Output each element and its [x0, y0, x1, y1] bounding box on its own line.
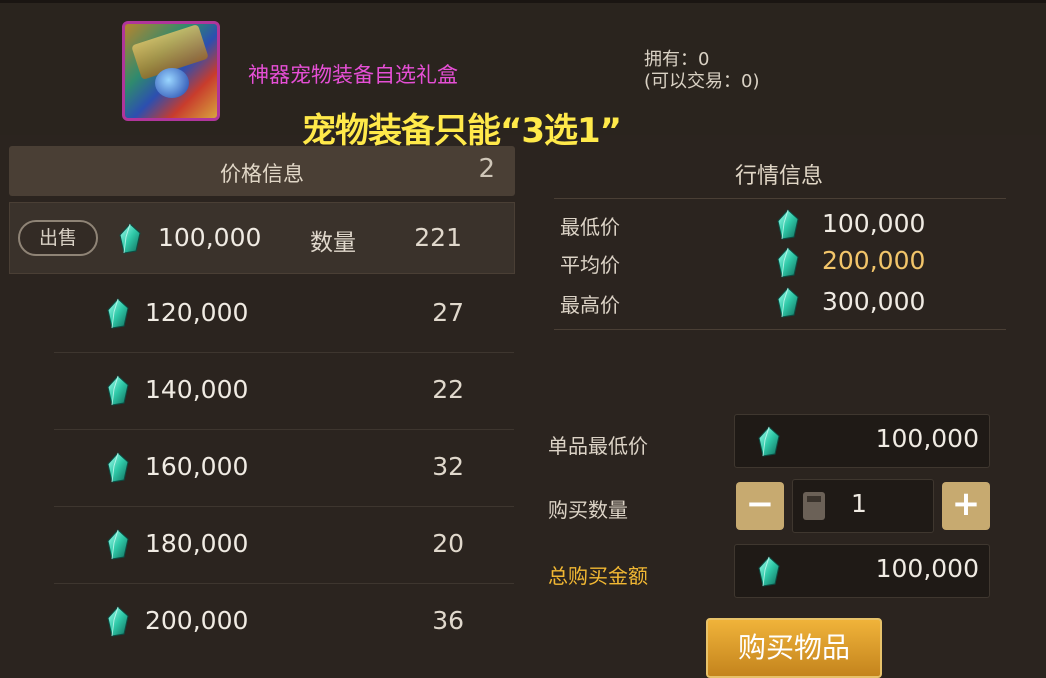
unit-min-value: 100,000 [875, 424, 979, 453]
unit-min-label: 单品最低价 [548, 434, 648, 458]
total-field: 100,000 [734, 544, 990, 598]
avg-price-value: 200,000 [822, 246, 926, 275]
market-stats: 最低价 100,000 平均价 200,000 最高价 300,000 [554, 198, 1006, 330]
price-info-panel: 价格信息 2 出售 100,000 数量 221 120,000 27 140,… [9, 146, 515, 667]
total-label: 总购买金额 [548, 564, 648, 588]
market-title: 行情信息 [734, 164, 823, 189]
gem-icon [776, 287, 800, 319]
qty-value: 221 [414, 223, 462, 252]
price-value: 200,000 [145, 606, 249, 635]
price-row[interactable]: 120,000 27 [54, 276, 514, 353]
tradable-count: (可以交易：0) [644, 71, 760, 92]
price-value: 140,000 [145, 375, 249, 404]
gem-icon [776, 209, 800, 241]
qty-value: 20 [432, 529, 464, 558]
price-row[interactable]: 180,000 20 [54, 507, 514, 584]
gem-icon [776, 247, 800, 279]
qty-label: 数量 [310, 230, 356, 256]
max-price-label: 最高价 [560, 293, 620, 317]
qty-value: 22 [432, 375, 464, 404]
price-value: 180,000 [145, 529, 249, 558]
price-row[interactable]: 160,000 32 [54, 430, 514, 507]
qty-value: 36 [432, 606, 464, 635]
gem-icon [118, 223, 142, 255]
item-icon [122, 21, 220, 121]
qty-value: 27 [432, 298, 464, 327]
price-value: 100,000 [158, 223, 262, 252]
gem-icon [106, 375, 130, 407]
market-panel: 行情信息 最低价 100,000 平均价 200,000 最高价 300,000… [528, 146, 1046, 678]
price-info-header: 价格信息 2 [9, 146, 515, 196]
gem-icon [757, 556, 781, 588]
price-info-count: 2 [478, 154, 495, 184]
price-row[interactable]: 200,000 36 [54, 584, 514, 660]
min-price-label: 最低价 [560, 215, 620, 239]
price-row-lowest[interactable]: 出售 100,000 数量 221 [9, 202, 515, 274]
item-name: 神器宠物装备自选礼盒 [248, 63, 458, 87]
item-header: 神器宠物装备自选礼盒 拥有：0 (可以交易：0) 宠物装备只能“3选1” [0, 0, 1046, 151]
qty-input-value: 1 [851, 489, 867, 518]
unit-min-field: 100,000 [734, 414, 990, 468]
decrease-qty-button[interactable]: − [736, 482, 784, 530]
sell-button[interactable]: 出售 [18, 220, 98, 256]
price-info-title: 价格信息 [220, 162, 304, 186]
price-value: 120,000 [145, 298, 249, 327]
total-value: 100,000 [875, 554, 979, 583]
gem-icon [757, 426, 781, 458]
increase-qty-button[interactable]: + [942, 482, 990, 530]
qty-input[interactable]: 1 [792, 479, 934, 533]
min-price-value: 100,000 [822, 209, 926, 238]
banner-caption: 宠物装备只能“3选1” [302, 111, 622, 151]
gem-icon [106, 298, 130, 330]
gem-icon [106, 452, 130, 484]
gem-icon [106, 529, 130, 561]
owned-info: 拥有：0 (可以交易：0) [644, 49, 760, 93]
qty-value: 32 [432, 452, 464, 481]
owned-count: 拥有：0 [644, 49, 710, 70]
max-price-value: 300,000 [822, 287, 926, 316]
price-value: 160,000 [145, 452, 249, 481]
gem-icon [106, 606, 130, 638]
qty-input-label: 购买数量 [548, 498, 628, 522]
calculator-icon[interactable] [803, 492, 825, 520]
buy-item-button[interactable]: 购买物品 [706, 618, 882, 678]
avg-price-label: 平均价 [560, 253, 620, 277]
price-row[interactable]: 140,000 22 [54, 353, 514, 430]
